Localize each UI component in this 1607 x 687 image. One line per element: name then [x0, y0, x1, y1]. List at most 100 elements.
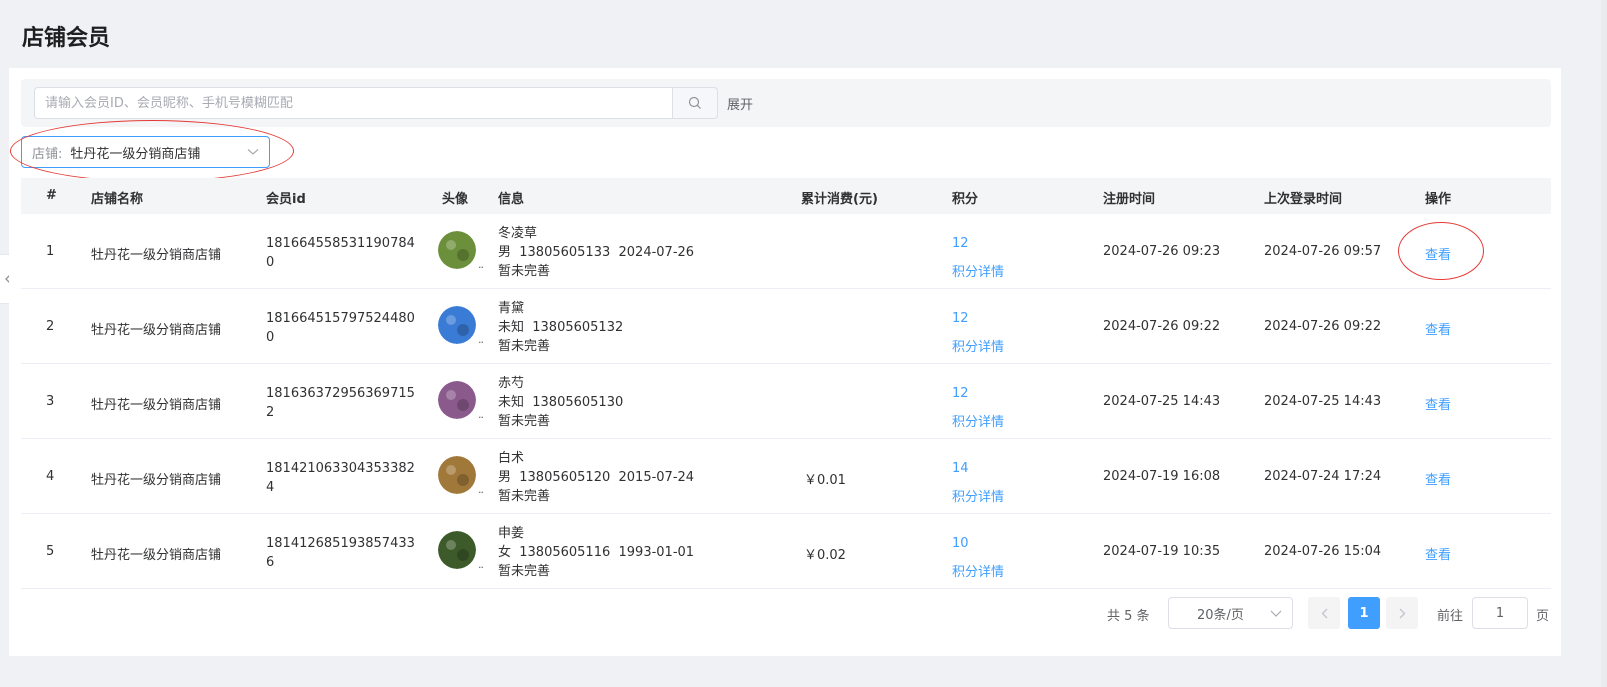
- page-size-value: 20条/页: [1197, 607, 1244, 623]
- search-button[interactable]: [672, 87, 718, 119]
- row-points: 12 积分详情: [952, 379, 1004, 437]
- prev-page-button[interactable]: [1308, 597, 1340, 629]
- row-register-time: 2024-07-19 10:35: [1103, 544, 1221, 559]
- member-detail: 男 13805605120 2015-07-24: [498, 470, 695, 485]
- row-total-spend: ￥0.02: [804, 548, 846, 563]
- header-reg-time: 注册时间: [1103, 192, 1156, 207]
- points-value-link[interactable]: 12: [952, 229, 1004, 258]
- row-shop-name: 牡丹花一级分销商店铺: [91, 323, 222, 338]
- points-value-link[interactable]: 10: [952, 529, 1004, 558]
- row-last-login-time: 2024-07-25 14:43: [1264, 394, 1382, 409]
- points-detail-link[interactable]: 积分详情: [952, 483, 1004, 512]
- row-info: 白术男 13805605120 2015-07-24 暂未完善: [498, 449, 694, 506]
- member-note: 暂未完善: [498, 414, 551, 429]
- points-value-link[interactable]: 12: [952, 304, 1004, 333]
- shop-select-value: 牡丹花一级分销商店铺: [70, 146, 201, 162]
- member-nickname: 白术: [498, 451, 525, 466]
- avatar: [438, 381, 476, 419]
- expand-filters-link[interactable]: 展开: [727, 94, 753, 113]
- search-input[interactable]: [34, 87, 672, 119]
- row-points: 14 积分详情: [952, 454, 1004, 512]
- row-shop-name: 牡丹花一级分销商店铺: [91, 248, 222, 263]
- next-page-button[interactable]: [1386, 597, 1418, 629]
- search-bar: 展开: [21, 79, 1551, 127]
- points-detail-link[interactable]: 积分详情: [952, 333, 1004, 362]
- member-table: # 店铺名称 会员id 头像 信息 累计消费(元) 积分 注册时间 上次登录时间…: [21, 178, 1551, 589]
- points-detail-link[interactable]: 积分详情: [952, 408, 1004, 437]
- member-nickname: 冬凌草: [498, 226, 538, 241]
- member-nickname: 青黛: [498, 301, 525, 316]
- header-index: #: [46, 188, 57, 203]
- points-detail-link[interactable]: 积分详情: [952, 558, 1004, 587]
- row-member-id: 1816363729563697152: [266, 386, 415, 420]
- chevron-right-icon: [1399, 608, 1405, 618]
- page-number-current[interactable]: 1: [1348, 597, 1380, 629]
- search-icon: [688, 96, 701, 109]
- view-button[interactable]: 查看: [1425, 244, 1451, 263]
- avatar-overflow-dots: ..: [478, 558, 484, 571]
- row-member-id: 1814126851938574336: [266, 536, 415, 570]
- row-index: 4: [46, 469, 55, 484]
- page-suffix: 页: [1536, 609, 1550, 624]
- table-row: 3 牡丹花一级分销商店铺 1816363729563697152.. 赤芍 未知 138…: [21, 364, 1551, 439]
- goto-label: 前往: [1437, 609, 1464, 624]
- member-note: 暂未完善: [498, 489, 551, 504]
- row-member-id: 1816645157975244800: [266, 311, 415, 345]
- row-points: 10 积分详情: [952, 529, 1004, 587]
- row-points: 12 积分详情: [952, 304, 1004, 362]
- shop-select[interactable]: 店铺: 牡丹花一级分销商店铺: [21, 136, 270, 168]
- view-button[interactable]: 查看: [1425, 394, 1451, 413]
- avatar-overflow-dots: ..: [478, 483, 484, 496]
- table-row: 2 牡丹花一级分销商店铺 1816645157975244800.. 青黛 未知 138…: [21, 289, 1551, 364]
- goto-page-input[interactable]: [1472, 597, 1528, 629]
- chevron-left-icon: [1321, 608, 1327, 618]
- member-note: 暂未完善: [498, 564, 551, 579]
- chevron-down-icon: [247, 149, 259, 155]
- header-shop: 店铺名称: [91, 192, 144, 207]
- chevron-down-icon: [1270, 610, 1282, 617]
- page-title: 店铺会员: [22, 26, 111, 51]
- header-login-time: 上次登录时间: [1264, 192, 1343, 207]
- member-detail: 未知 13805605132: [498, 320, 624, 335]
- shop-select-prefix: 店铺:: [32, 146, 63, 162]
- header-op: 操作: [1425, 192, 1452, 207]
- row-shop-name: 牡丹花一级分销商店铺: [91, 548, 222, 563]
- row-points: 12 积分详情: [952, 229, 1004, 287]
- member-detail: 女 13805605116 1993-01-01: [498, 545, 695, 560]
- row-member-id: 1816645585311907840: [266, 236, 415, 270]
- view-button[interactable]: 查看: [1425, 544, 1451, 563]
- row-info: 申姜女 13805605116 1993-01-01 暂未完善: [498, 524, 694, 581]
- table-header: # 店铺名称 会员id 头像 信息 累计消费(元) 积分 注册时间 上次登录时间…: [21, 178, 1551, 214]
- member-nickname: 申姜: [498, 526, 525, 541]
- points-value-link[interactable]: 12: [952, 379, 1004, 408]
- page-size-select[interactable]: 20条/页: [1168, 597, 1293, 629]
- main-panel: 展开 店铺: 牡丹花一级分销商店铺 # 店铺名称 会员id 头像 信息 累计消费…: [9, 68, 1561, 656]
- view-button[interactable]: 查看: [1425, 319, 1451, 338]
- pagination-total: 共 5 条: [1107, 609, 1150, 624]
- table-row: 1 牡丹花一级分销商店铺 1816645585311907840.. 冬凌草男 138…: [21, 214, 1551, 289]
- member-detail: 男 13805605133 2024-07-26: [498, 245, 695, 260]
- row-info: 冬凌草男 13805605133 2024-07-26 暂未完善: [498, 224, 694, 281]
- points-value-link[interactable]: 14: [952, 454, 1004, 483]
- avatar: [438, 531, 476, 569]
- row-info: 赤芍 未知 13805605130 暂未完善: [498, 374, 623, 431]
- view-button[interactable]: 查看: [1425, 469, 1451, 488]
- row-register-time: 2024-07-19 16:08: [1103, 469, 1221, 484]
- row-register-time: 2024-07-26 09:23: [1103, 244, 1221, 259]
- scrollbar[interactable]: [1601, 0, 1607, 687]
- avatar-overflow-dots: ..: [478, 258, 484, 271]
- avatar: [438, 306, 476, 344]
- row-last-login-time: 2024-07-26 09:22: [1264, 319, 1382, 334]
- table-row: 4 牡丹花一级分销商店铺 1814210633043533824.. 白术男 1380…: [21, 439, 1551, 514]
- row-last-login-time: 2024-07-26 09:57: [1264, 244, 1382, 259]
- row-total-spend: ￥0.01: [804, 473, 846, 488]
- avatar-overflow-dots: ..: [478, 333, 484, 346]
- member-detail: 未知 13805605130: [498, 395, 624, 410]
- header-member-id: 会员id: [266, 192, 306, 207]
- row-index: 1: [46, 244, 55, 259]
- row-register-time: 2024-07-25 14:43: [1103, 394, 1221, 409]
- points-detail-link[interactable]: 积分详情: [952, 258, 1004, 287]
- header-info: 信息: [498, 192, 525, 207]
- row-info: 青黛 未知 13805605132 暂未完善: [498, 299, 623, 356]
- member-note: 暂未完善: [498, 264, 551, 279]
